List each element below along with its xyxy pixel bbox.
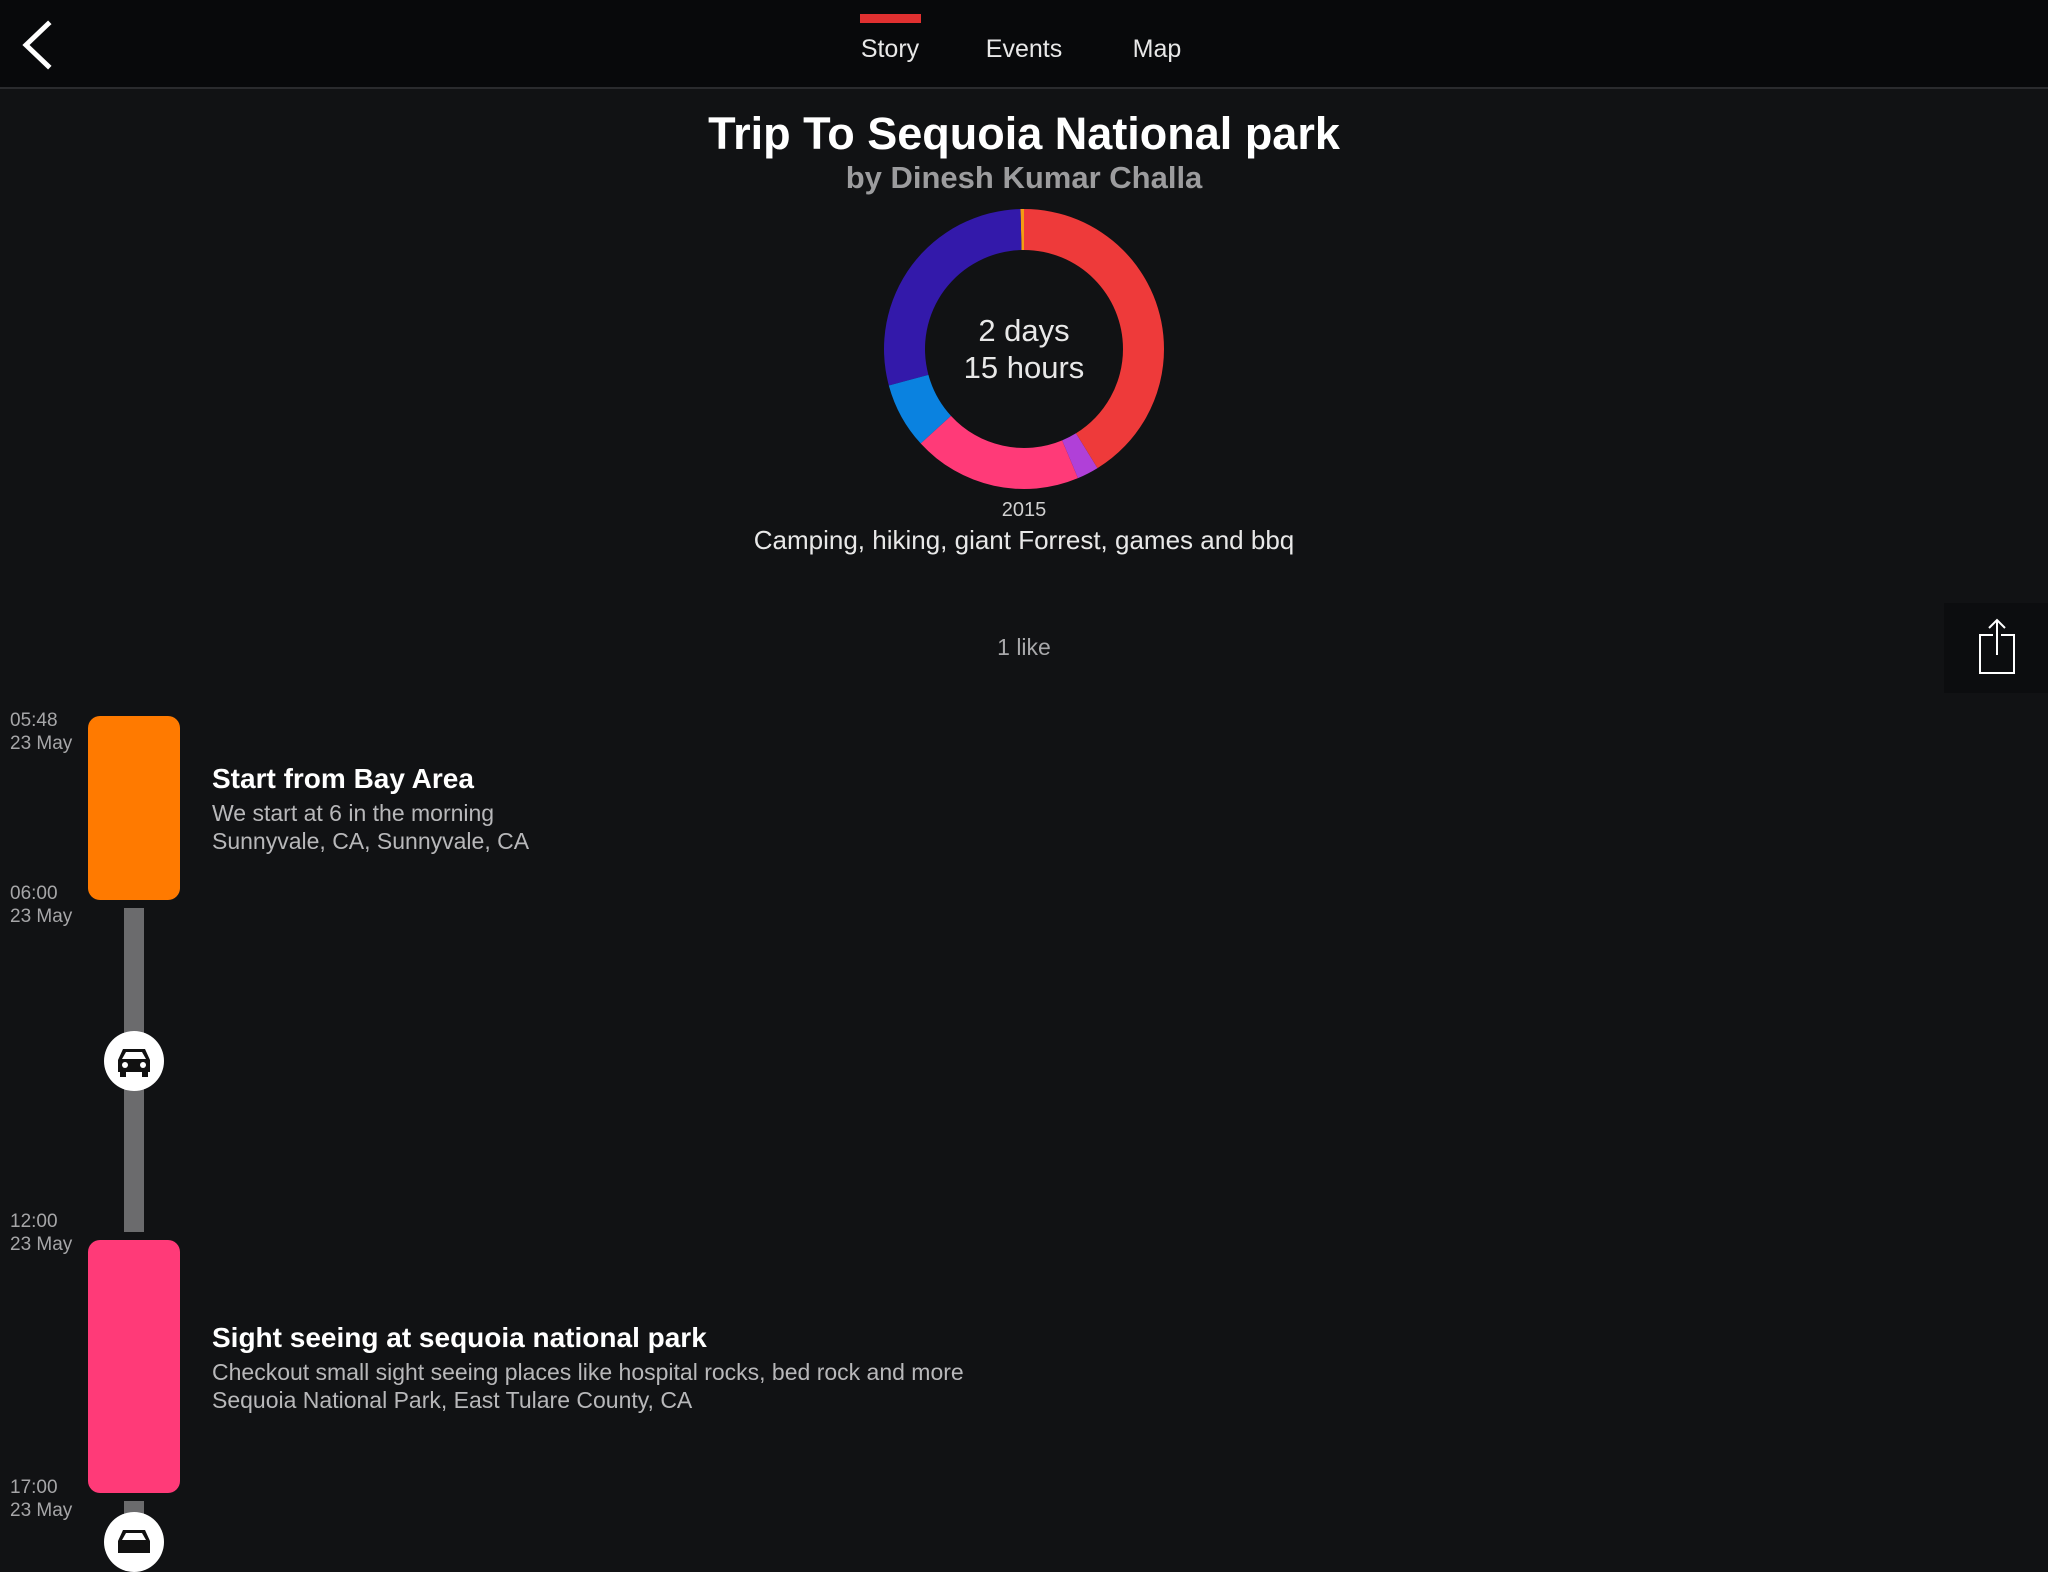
top-nav-bar: Story Events Map [0, 0, 2048, 89]
duration-text: 2 days 15 hours [882, 312, 1166, 386]
event-1-title[interactable]: Start from Bay Area [212, 763, 474, 795]
event-1-end-time: 06:00 23 May [10, 882, 72, 928]
duration-days: 2 days [978, 313, 1070, 348]
event-1-start-clock: 05:48 [10, 710, 58, 731]
share-icon [1979, 618, 2015, 674]
active-tab-indicator [860, 14, 921, 23]
event-2-location: Sequoia National Park, East Tulare Count… [212, 1387, 693, 1413]
event-2-start-time: 12:00 23 May [10, 1210, 72, 1256]
transit-marker-2[interactable] [104, 1512, 164, 1572]
event-2-end-clock: 17:00 [10, 1477, 58, 1498]
ring-segment-5 [920, 415, 1078, 489]
back-button[interactable] [14, 16, 64, 74]
event-2-description: Checkout small sight seeing places like … [212, 1359, 964, 1385]
duration-hours: 15 hours [963, 350, 1085, 385]
transit-marker[interactable] [104, 1031, 164, 1091]
tab-events[interactable]: Events [974, 33, 1074, 65]
chevron-left-icon [22, 20, 52, 70]
event-2-start-date: 23 May [10, 1234, 73, 1255]
event-2-end-time: 17:00 23 May [10, 1476, 72, 1522]
event-1-block[interactable] [88, 716, 180, 900]
likes-count[interactable]: 1 like [0, 634, 2048, 661]
event-1-start-date: 23 May [10, 733, 73, 754]
event-2-end-date: 23 May [10, 1500, 73, 1521]
event-1-description: We start at 6 in the morning [212, 800, 495, 826]
event-2-block[interactable] [88, 1240, 180, 1493]
event-1-end-clock: 06:00 [10, 883, 58, 904]
event-1-end-date: 23 May [10, 906, 73, 927]
event-2-title[interactable]: Sight seeing at sequoia national park [212, 1322, 707, 1354]
share-button[interactable] [1944, 603, 2048, 693]
car-icon [118, 1530, 150, 1553]
tab-map[interactable]: Map [1122, 33, 1192, 65]
tab-story[interactable]: Story [850, 33, 930, 65]
story-description: Camping, hiking, giant Forrest, games an… [753, 525, 1295, 555]
story-author: by Dinesh Kumar Challa [845, 160, 1203, 195]
event-2-start-clock: 12:00 [10, 1211, 58, 1232]
story-title: Trip To Sequoia National park [708, 108, 1340, 159]
car-icon [118, 1049, 150, 1077]
event-1-location: Sunnyvale, CA, Sunnyvale, CA [212, 828, 530, 854]
event-1-start-time: 05:48 23 May [10, 709, 72, 755]
duration-ring: 2 days 15 hours [882, 207, 1166, 491]
story-year: 2015 [1001, 499, 1047, 521]
